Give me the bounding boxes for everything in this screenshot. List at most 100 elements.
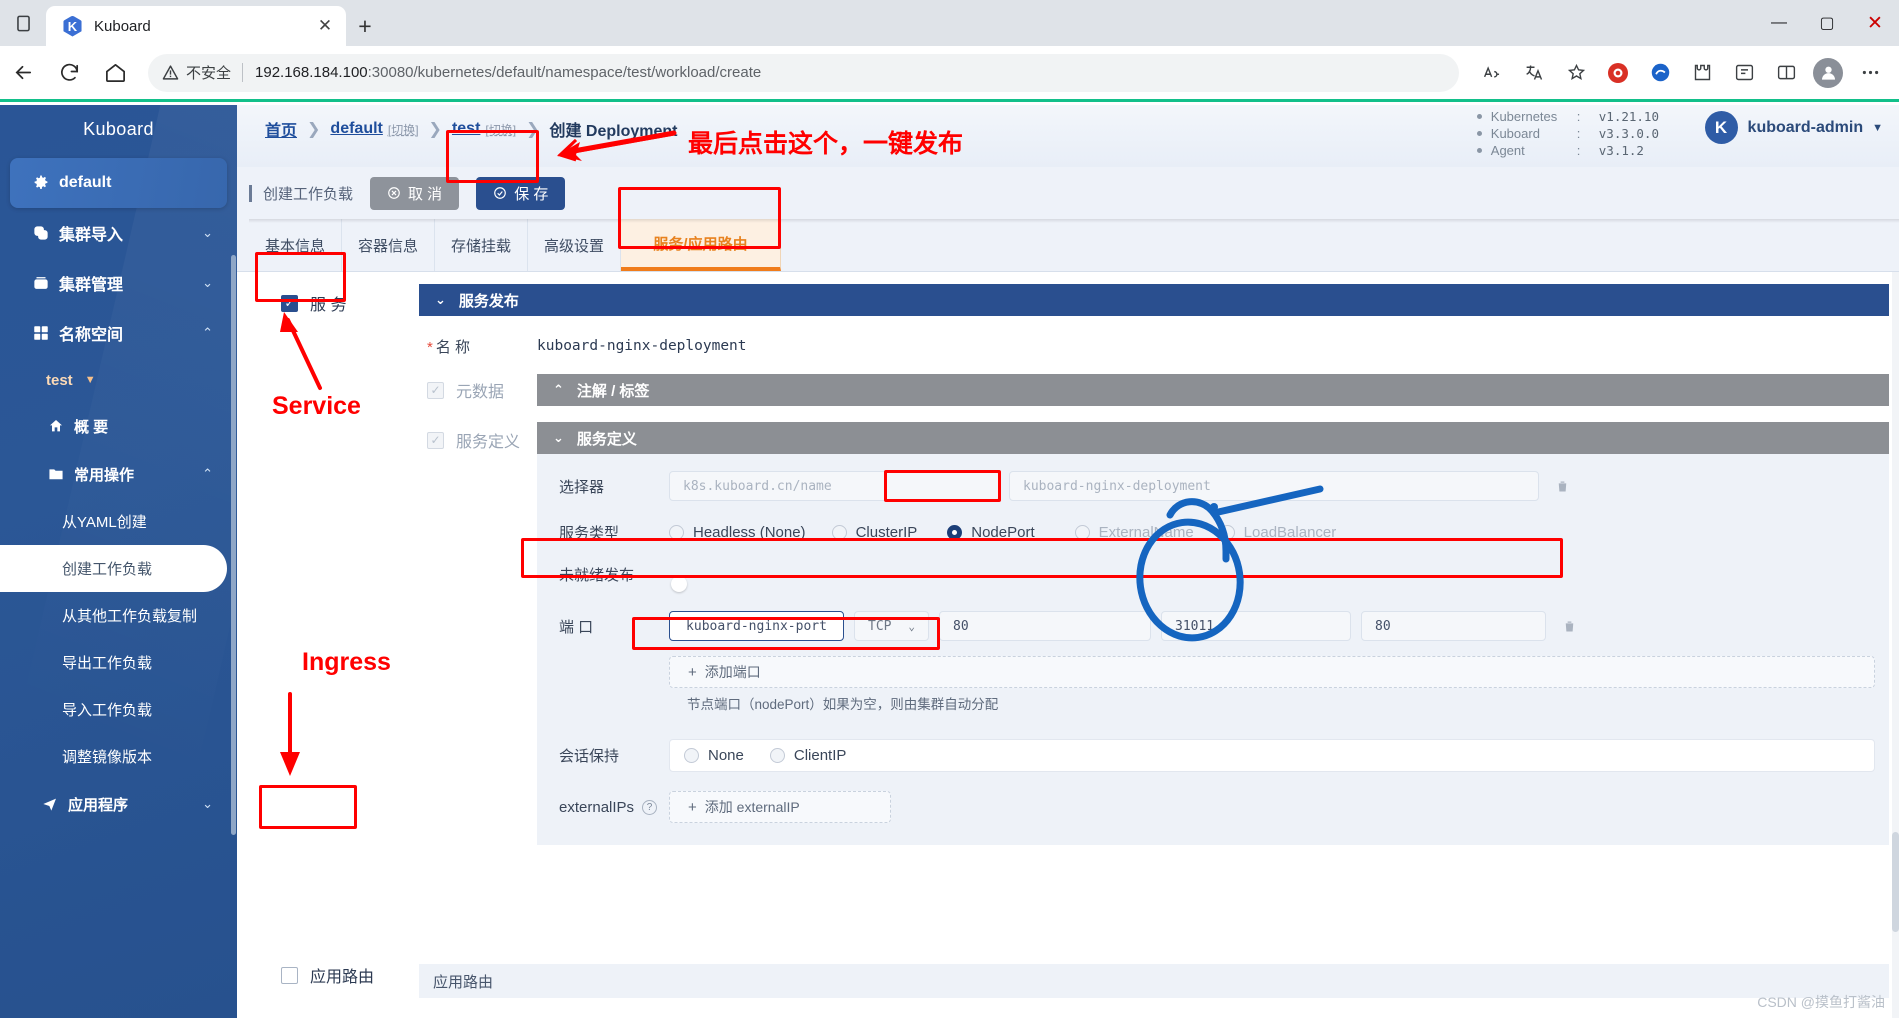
address-bar[interactable]: 不安全 192.168.184.100:30080/kubernetes/def… [148,53,1459,92]
port-number-input[interactable]: 80 [939,611,1151,641]
chevron-up-icon: ⌃ [553,382,564,397]
window-close-icon[interactable]: ✕ [1851,0,1899,46]
service-type-nodeport[interactable]: NodePort [947,524,1035,541]
sidebar-item-copy-workload[interactable]: 从其他工作负载复制 [0,592,227,639]
sidebar-item-adjust-image-version[interactable]: 调整镜像版本 [0,733,227,780]
external-ips-row: externalIPs ? + 添加 externalIP [551,787,1875,827]
read-aloud-icon[interactable] [1471,52,1513,94]
service-publish-panel-header[interactable]: ⌄ 服务发布 [419,284,1889,316]
delete-selector-icon[interactable] [1549,479,1575,494]
chevron-down-icon: ⌄ [202,275,213,290]
annotations-panel-title: 注解 / 标签 [576,382,650,400]
metadata-checkbox[interactable] [427,381,444,399]
sidebar-item-export-workload[interactable]: 导出工作负载 [0,639,227,686]
sidebar-namespace-selector[interactable]: test ▼ [0,358,237,402]
sidebar-item-label: 概 要 [74,418,109,436]
collections-icon[interactable] [1639,52,1681,94]
selector-value-input[interactable]: kuboard-nginx-deployment [1009,471,1539,501]
page-topbar: 首页 ❯ default [切换] ❯ test [切换] ❯ 创建 Deplo… [237,105,1899,167]
version-row: Kuboard : v3.3.0.0 [1476,125,1659,142]
service-type-label-text: LoadBalancer [1243,523,1337,541]
user-menu[interactable]: K kuboard-admin ▼ [1704,111,1883,144]
home-icon[interactable] [92,50,138,96]
annotations-panel-header[interactable]: ⌃ 注解 / 标签 [537,374,1889,406]
maximize-icon[interactable]: ▢ [1803,0,1851,46]
service-checkbox-row[interactable]: 服 务 [251,286,419,320]
sidebar-item-cluster-import[interactable]: 集群导入 ⌄ [10,208,227,258]
session-affinity-none[interactable]: None [684,747,744,764]
breadcrumb-namespace[interactable]: test [452,120,480,138]
form-scrollbar-thumb[interactable] [1892,832,1899,932]
add-port-button[interactable]: + 添加端口 [669,656,1875,688]
servicedef-panel-header[interactable]: ⌄ 服务定义 [537,422,1889,454]
favorite-star-icon[interactable] [1555,52,1597,94]
ingress-checkbox[interactable] [281,966,298,984]
browser-tab[interactable]: K Kuboard ✕ [46,6,346,46]
tab-container-info[interactable]: 容器信息 [342,219,435,271]
new-tab-icon[interactable]: + [346,6,384,46]
sidebar-item-applications[interactable]: 应用程序 ⌄ [0,780,237,828]
reload-icon[interactable] [46,50,92,96]
node-port-input[interactable]: 31011 [1161,611,1351,641]
close-tab-icon[interactable]: ✕ [312,13,338,39]
breadcrumb-home[interactable]: 首页 [265,117,297,141]
sidebar-item-default[interactable]: default [10,158,227,208]
service-checkbox[interactable] [281,294,298,312]
target-port-input[interactable]: 80 [1361,611,1546,641]
version-name: Kuboard [1490,126,1540,141]
save-button[interactable]: 保 存 [476,176,566,210]
service-type-loadbalancer[interactable]: LoadBalancer [1219,523,1337,541]
cancel-button[interactable]: 取 消 [370,176,460,210]
delete-port-icon[interactable] [1556,619,1582,634]
sidebar-item-import-workload[interactable]: 导入工作负载 [0,686,227,733]
ingress-left-cell: 应用路由 [251,958,419,992]
servicedef-checkbox-row[interactable]: 服务定义 [427,428,537,452]
form-scrollbar[interactable] [1892,272,1899,1018]
tab-storage-mount[interactable]: 存储挂载 [435,219,528,271]
port-name-input[interactable]: kuboard-nginx-port [669,611,844,641]
service-type-clusterip[interactable]: ClusterIP [831,524,917,541]
ingress-checkbox-row[interactable]: 应用路由 [251,958,419,992]
publish-not-ready-label: 未就绪发布 [559,566,635,584]
metadata-checkbox-row[interactable]: 元数据 [427,378,537,402]
session-affinity-clientip[interactable]: ClientIP [769,747,846,764]
sidebar-item-common-ops[interactable]: 常用操作 ⌃ [0,450,237,498]
profile-avatar[interactable] [1807,52,1849,94]
tab-search-icon[interactable] [0,0,46,46]
extension-red-icon[interactable] [1597,52,1639,94]
chevron-up-icon: ⌃ [202,325,213,340]
sidebar-item-overview[interactable]: 概 要 [0,402,237,450]
service-type-headless[interactable]: Headless (None) [669,524,806,541]
plus-icon: + [688,798,697,816]
breadcrumb-cluster[interactable]: default [330,120,382,138]
sidebar-item-label: 调整镜像版本 [62,749,153,766]
port-protocol-select[interactable]: TCP ⌄ [854,611,929,641]
servicedef-checkbox[interactable] [427,431,444,449]
tab-basic-info[interactable]: 基本信息 [249,219,342,271]
more-menu-icon[interactable] [1849,52,1891,94]
add-external-ip-button[interactable]: + 添加 externalIP [669,791,891,823]
tab-service-ingress[interactable]: 服务/应用路由 [621,219,781,271]
back-icon[interactable] [0,50,46,96]
help-icon[interactable]: ? [642,799,658,815]
minimize-icon[interactable]: — [1755,0,1803,46]
service-name-value: kuboard-nginx-deployment [537,338,747,354]
service-type-externalname[interactable]: ExternalName [1074,524,1194,541]
selector-key-input[interactable]: k8s.kuboard.cn/name [669,471,999,501]
breadcrumb-namespace-switch[interactable]: [切换] [485,121,516,138]
browser-essentials-icon[interactable] [1723,52,1765,94]
tab-label: 基本信息 [264,237,325,255]
sidebar-scrollbar[interactable] [231,255,236,835]
form-tabs: 基本信息 容器信息 存储挂载 高级设置 服务/应用路由 [237,219,1899,272]
sidebar-item-namespace[interactable]: 名称空间 ⌃ [10,308,227,358]
sidebar-item-create-workload[interactable]: 创建工作负载 [0,545,227,592]
split-screen-icon[interactable] [1765,52,1807,94]
tab-advanced-settings[interactable]: 高级设置 [528,219,621,271]
breadcrumb-cluster-switch[interactable]: [切换] [388,121,419,138]
app-root: K Kuboard ✕ + — ▢ ✕ 不安全 192.168.184.100:… [0,0,1899,1018]
title-accent-bar [249,184,252,202]
translate-icon[interactable] [1513,52,1555,94]
sidebar-item-create-from-yaml[interactable]: 从YAML创建 [0,498,227,545]
sidebar-item-cluster-manage[interactable]: 集群管理 ⌄ [10,258,227,308]
puzzle-extensions-icon[interactable] [1681,52,1723,94]
